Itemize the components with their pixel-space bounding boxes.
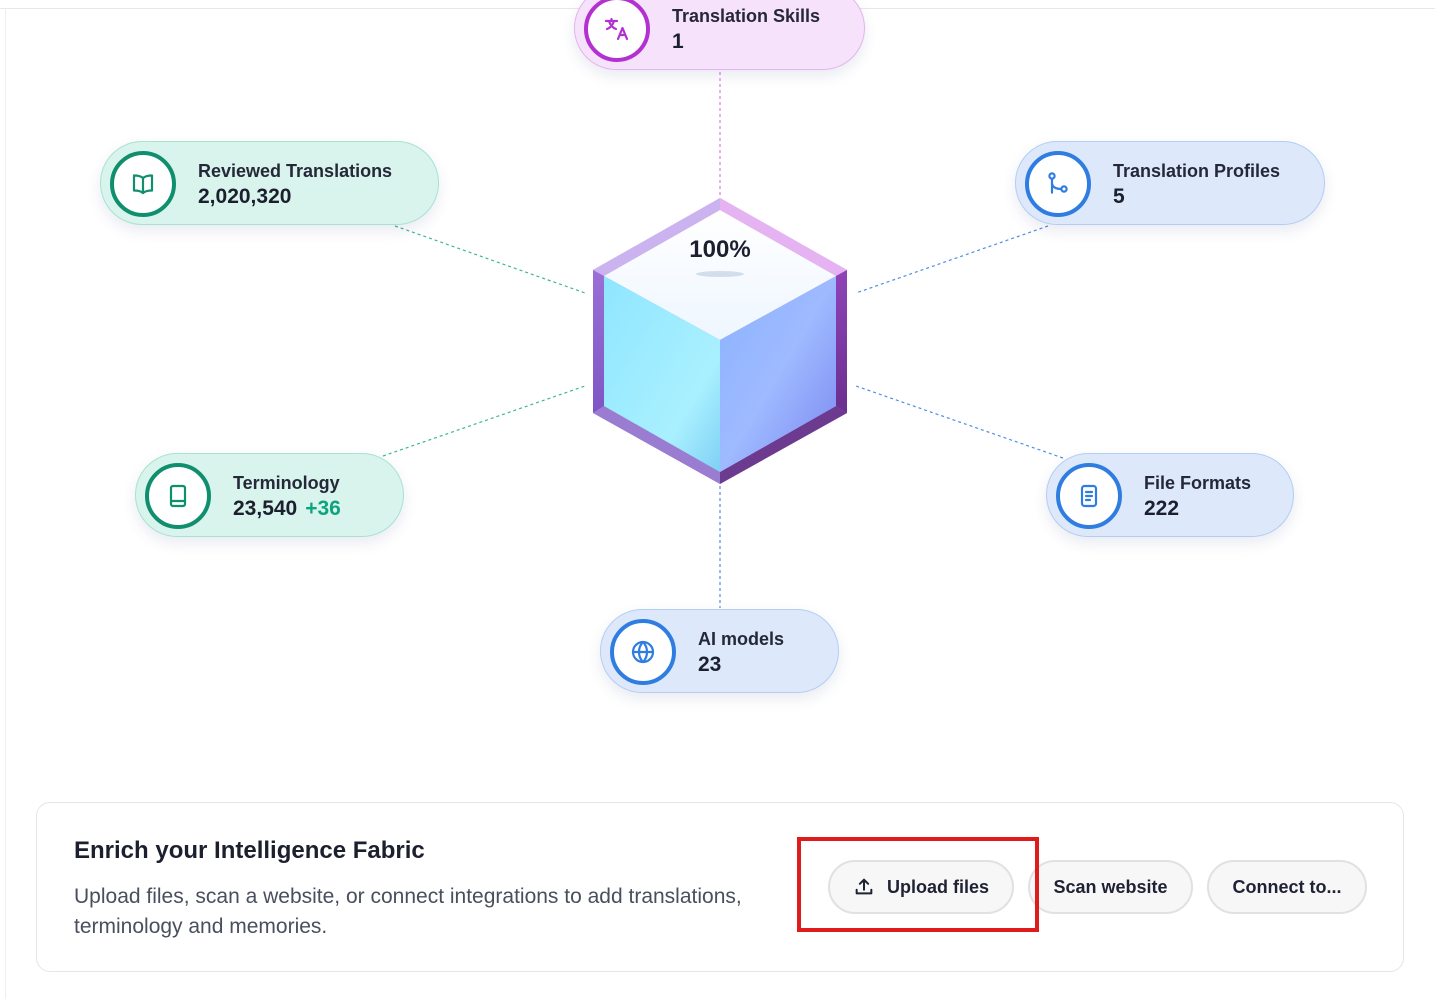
enrich-title: Enrich your Intelligence Fabric	[74, 837, 425, 864]
connect-to-button[interactable]: Connect to...	[1207, 860, 1367, 914]
translate-icon	[584, 0, 650, 62]
terminology-delta: +36	[305, 497, 341, 520]
node-ai-models: AI models 23	[600, 609, 839, 693]
globe-icon	[610, 619, 676, 685]
cube-percent: 100%	[689, 236, 751, 263]
enrich-description: Upload files, scan a website, or connect…	[74, 885, 742, 938]
highlight-box	[797, 837, 1039, 932]
connect-to-label: Connect to...	[1232, 876, 1342, 897]
scan-website-label: Scan website	[1053, 876, 1168, 897]
node-reviewed-translations: Reviewed Translations 2,020,320	[100, 141, 439, 225]
enrich-card: Enrich your Intelligence Fabric Upload f…	[36, 802, 1404, 972]
node-value: 5	[1113, 185, 1125, 208]
node-label: Translation Skills	[672, 6, 821, 26]
node-translation-skills: Translation Skills 1	[574, 0, 865, 70]
node-translation-profiles: Translation Profiles 5	[1015, 141, 1325, 225]
node-label: AI models	[698, 629, 785, 649]
node-terminology: Terminology 23,540 +36	[135, 453, 404, 537]
node-label: Reviewed Translations	[198, 161, 393, 181]
node-value: 23	[698, 653, 722, 676]
node-value: 23,540 +36	[233, 497, 341, 521]
node-value: 2,020,320	[198, 185, 292, 208]
scan-website-button[interactable]: Scan website	[1028, 860, 1193, 914]
book-open-icon	[110, 151, 176, 217]
node-label: Terminology	[233, 473, 340, 493]
node-file-formats: File Formats 222	[1046, 453, 1294, 537]
branch-icon	[1025, 151, 1091, 217]
node-label: Translation Profiles	[1113, 161, 1281, 181]
terminology-count: 23,540	[233, 497, 298, 520]
node-value: 1	[672, 30, 684, 53]
node-value: 222	[1144, 497, 1180, 520]
node-label: File Formats	[1144, 473, 1252, 493]
document-icon	[1056, 463, 1122, 529]
book-icon	[145, 463, 211, 529]
